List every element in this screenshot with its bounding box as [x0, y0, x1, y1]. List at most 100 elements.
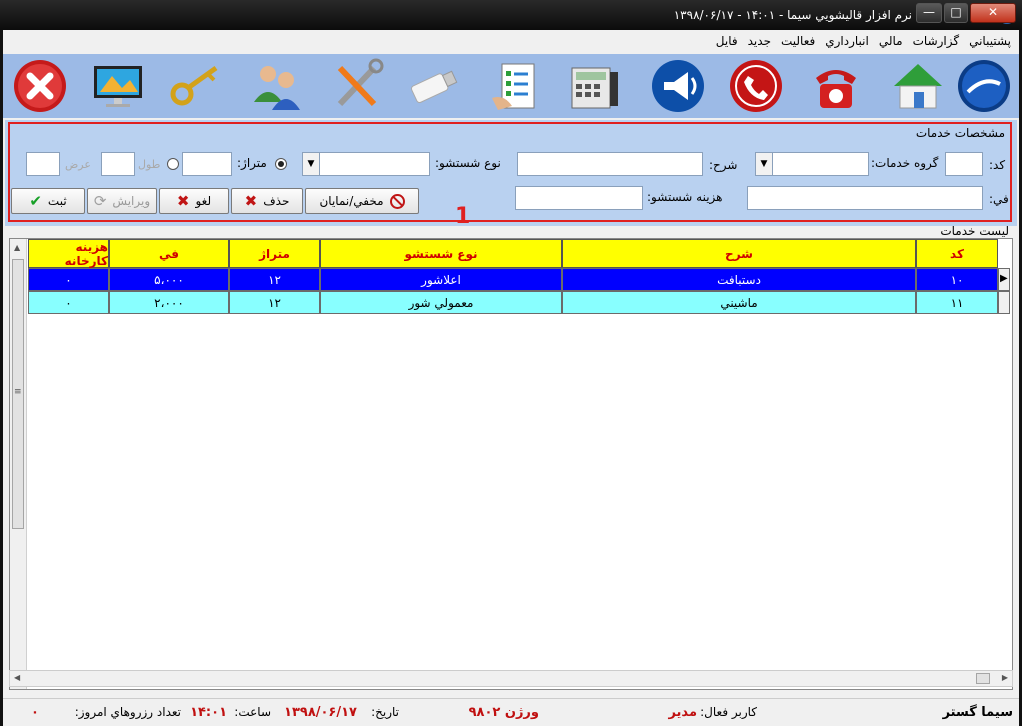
row-indicator: ▶: [998, 268, 1010, 291]
title-bar: نرم افزار قاليشويي سيما - ۱۴:۰۱ - ۱۳۹۸/۰…: [0, 0, 1022, 30]
width-input[interactable]: [26, 152, 60, 176]
services-grid: ▲ ≡ ▼ كد شرح نوع شستشو متراژ في هزينه كا…: [9, 238, 1013, 690]
col-header-wash-type[interactable]: نوع شستشو: [320, 239, 562, 268]
users-icon[interactable]: [247, 57, 305, 115]
menu-activity[interactable]: فعاليت: [781, 34, 815, 48]
cell-meterage[interactable]: ۱۲: [229, 291, 320, 314]
desc-input[interactable]: [517, 152, 703, 176]
home-icon[interactable]: [889, 57, 947, 115]
time-label: ساعت:: [234, 705, 271, 719]
maximize-button[interactable]: □: [944, 3, 968, 23]
time-value: ۱۴:۰۱: [190, 705, 227, 720]
chevron-down-icon[interactable]: ▼: [303, 153, 320, 175]
checklist-icon[interactable]: [489, 57, 547, 115]
services-panel: مشخصات خدمات كد: گروه خدمات: ▼ شرح: نوع …: [5, 120, 1017, 229]
cancel-button[interactable]: لغو ✖: [159, 188, 229, 214]
refresh-icon: ⟳: [93, 192, 107, 210]
check-icon: ✔: [29, 192, 42, 210]
cell-fee[interactable]: ۲،۰۰۰: [109, 291, 229, 314]
save-label: ثبت: [47, 194, 67, 208]
delete-button[interactable]: حذف ✖: [231, 188, 303, 214]
reserve-count: ۰: [31, 705, 39, 720]
ban-icon: [389, 193, 405, 209]
col-header-factory-cost[interactable]: هزينه كارخانه: [28, 239, 109, 268]
close-button[interactable]: ✕: [970, 3, 1016, 23]
scroll-up-icon[interactable]: ▲: [14, 243, 20, 252]
vertical-scrollbar[interactable]: ▲ ≡ ▼: [10, 239, 27, 689]
megaphone-icon[interactable]: [649, 57, 707, 115]
chevron-down-icon[interactable]: ▼: [756, 153, 773, 175]
delete-x-icon: ✖: [244, 192, 258, 210]
col-header-desc[interactable]: شرح: [562, 239, 916, 268]
menu-warehouse[interactable]: انبارداري: [825, 34, 869, 48]
cell-factory-cost[interactable]: ۰: [28, 268, 109, 291]
menu-reports[interactable]: گزارشات: [913, 34, 959, 48]
cell-code[interactable]: ۱۰: [916, 268, 998, 291]
phone-icon[interactable]: [807, 57, 865, 115]
meterage-radio[interactable]: [275, 158, 287, 170]
main-window: فايل جديد فعاليت انبارداري مالي گزارشات …: [0, 30, 1022, 726]
cell-wash-type[interactable]: اعلاشور: [320, 268, 562, 291]
edit-button[interactable]: ويرايش ⟳: [87, 188, 157, 214]
key-icon[interactable]: [167, 57, 225, 115]
meterage-input[interactable]: [182, 152, 232, 176]
cell-fee[interactable]: ۵،۰۰۰: [109, 268, 229, 291]
horizontal-scrollbar[interactable]: ◀ ▶: [9, 670, 1013, 687]
active-user: مدير: [668, 705, 697, 720]
status-bar: سيما گستر كاربر فعال: مدير ورژن ۹۸۰۲ تار…: [3, 698, 1019, 726]
date-label: تاريخ:: [371, 705, 399, 719]
date-value: ۱۳۹۸/۰۶/۱۷: [284, 705, 357, 720]
menu-new[interactable]: جديد: [748, 34, 771, 48]
width-label: عرض: [65, 158, 91, 171]
grip-icon: ≡: [14, 387, 22, 397]
calculator-icon[interactable]: [565, 57, 623, 115]
code-label: كد:: [989, 158, 1006, 172]
length-input[interactable]: [101, 152, 135, 176]
wash-type-select[interactable]: ▼: [302, 152, 430, 176]
cell-code[interactable]: ۱۱: [916, 291, 998, 314]
code-input[interactable]: [945, 152, 983, 176]
wash-type-label: نوع شستشو:: [435, 156, 501, 170]
col-header-meterage[interactable]: متراژ: [229, 239, 320, 268]
fee-input[interactable]: [747, 186, 983, 210]
cancel-label: لغو: [195, 194, 212, 208]
dimensions-radio[interactable]: [167, 158, 179, 170]
toggle-visibility-button[interactable]: مخفي/نمايان: [305, 188, 419, 214]
menu-file[interactable]: فايل: [716, 34, 738, 48]
tools-icon[interactable]: [329, 57, 387, 115]
list-title: ليست خدمات: [940, 224, 1009, 238]
menu-support[interactable]: پشتيباني: [969, 34, 1011, 48]
menu-finance[interactable]: مالي: [879, 34, 903, 48]
reserve-label: تعداد رزروهاي امروز:: [74, 705, 181, 719]
hscroll-thumb[interactable]: [976, 673, 990, 684]
fee-label: في:: [989, 192, 1009, 206]
panel-title: مشخصات خدمات: [915, 126, 1005, 140]
col-header-code[interactable]: كد: [916, 239, 998, 268]
minimize-button[interactable]: —: [916, 3, 942, 23]
cell-wash-type[interactable]: معمولي شور: [320, 291, 562, 314]
cell-desc[interactable]: ماشيني: [562, 291, 916, 314]
cell-desc[interactable]: دستبافت: [562, 268, 916, 291]
scroll-left-icon[interactable]: ◀: [14, 673, 20, 682]
edit-label: ويرايش: [112, 194, 151, 208]
sima-logo-icon[interactable]: [955, 57, 1013, 115]
annotation-marker: 1: [455, 204, 471, 229]
exit-icon[interactable]: [11, 57, 69, 115]
cell-meterage[interactable]: ۱۲: [229, 268, 320, 291]
cell-factory-cost[interactable]: ۰: [28, 291, 109, 314]
scroll-right-icon[interactable]: ▶: [1002, 673, 1008, 682]
save-button[interactable]: ثبت ✔: [11, 188, 85, 214]
user-label: كاربر فعال:: [700, 705, 757, 719]
group-select[interactable]: ▼: [755, 152, 869, 176]
group-label: گروه خدمات:: [871, 156, 939, 170]
row-indicator: [998, 291, 1010, 314]
call-icon[interactable]: [727, 57, 785, 115]
wash-cost-input[interactable]: [515, 186, 643, 210]
desc-label: شرح:: [709, 158, 738, 172]
col-header-fee[interactable]: في: [109, 239, 229, 268]
toggle-visibility-label: مخفي/نمايان: [319, 194, 384, 208]
delete-label: حذف: [263, 194, 290, 208]
toolbar: [3, 54, 1019, 118]
monitor-icon[interactable]: [89, 57, 147, 115]
usb-drive-icon[interactable]: [403, 57, 461, 115]
